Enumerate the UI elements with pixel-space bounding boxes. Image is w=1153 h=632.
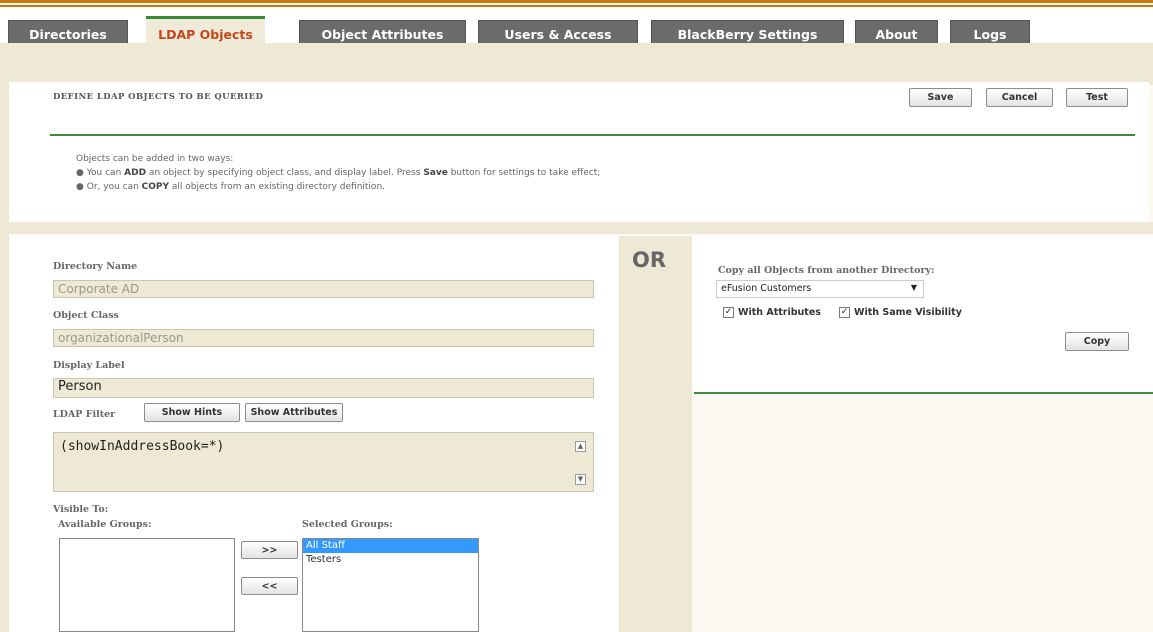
page-title: DEFINE LDAP OBJECTS TO BE QUERIED: [53, 92, 264, 102]
list-item[interactable]: Testers: [303, 553, 478, 567]
object-class-label: Object Class: [53, 310, 119, 321]
show-attributes-button[interactable]: Show Attributes: [245, 403, 343, 422]
left-edge: [0, 43, 9, 632]
remove-group-button[interactable]: <<: [241, 577, 298, 595]
object-class-field: organizationalPerson: [53, 329, 594, 347]
copy-title: Copy all Objects from another Directory:: [718, 265, 935, 276]
display-label-label: Display Label: [53, 360, 125, 371]
directory-name-label: Directory Name: [53, 261, 138, 272]
directory-select-value: eFusion Customers: [721, 283, 812, 294]
info-emphasis: ADD: [124, 168, 147, 178]
directory-name-field: Corporate AD: [53, 280, 594, 298]
top-stripe-secondary: [0, 5, 1153, 7]
cancel-button[interactable]: Cancel: [986, 88, 1053, 107]
bullet-icon: ●: [76, 182, 84, 192]
info-line-add: ● You can ADD an object by specifying ob…: [76, 166, 600, 180]
with-attributes-checkbox[interactable]: ✓: [723, 307, 734, 318]
add-group-button[interactable]: >>: [241, 541, 298, 559]
available-groups-list[interactable]: [59, 538, 235, 632]
info-text: Or, you can: [86, 182, 142, 192]
scroll-up-icon[interactable]: ▲: [575, 441, 586, 452]
copy-panel-lower: [692, 394, 1153, 632]
list-item[interactable]: All Staff: [303, 539, 478, 553]
or-label: OR: [632, 248, 667, 272]
info-emphasis: Save: [423, 168, 448, 178]
with-attributes-label: With Attributes: [738, 307, 821, 318]
selected-groups-label: Selected Groups:: [302, 519, 393, 530]
info-text: all objects from an existing directory d…: [169, 182, 386, 192]
available-groups-label: Available Groups:: [58, 519, 152, 530]
info-intro: Objects can be added in two ways:: [76, 154, 234, 164]
header-band: [0, 43, 1153, 85]
save-button[interactable]: Save: [909, 88, 972, 107]
copy-divider: [694, 392, 1153, 394]
copy-button[interactable]: Copy: [1065, 332, 1129, 351]
selected-groups-list[interactable]: All Staff Testers: [302, 538, 479, 632]
show-hints-button[interactable]: Show Hints: [144, 403, 240, 422]
directory-select[interactable]: eFusion Customers ▼: [716, 280, 924, 298]
info-text: button for settings to take effect;: [447, 168, 601, 178]
with-same-visibility-checkbox[interactable]: ✓: [839, 307, 850, 318]
header-divider: [50, 134, 1135, 136]
bullet-icon: ●: [76, 168, 84, 178]
tab-bar: Directories LDAP Objects Object Attribut…: [0, 8, 1153, 49]
test-button[interactable]: Test: [1066, 88, 1128, 107]
info-text: You can: [86, 168, 125, 178]
info-line-copy: ● Or, you can COPY all objects from an e…: [76, 180, 385, 194]
scroll-down-icon[interactable]: ▼: [575, 474, 586, 485]
top-stripe: [0, 0, 1153, 3]
ldap-filter-textarea[interactable]: (showInAddressBook=*): [53, 432, 594, 492]
visible-to-label: Visible To:: [53, 504, 109, 515]
info-text: an object by specifying object class, an…: [146, 168, 424, 178]
display-label-input[interactable]: Person: [53, 378, 594, 398]
chevron-down-icon: ▼: [910, 283, 917, 292]
section-gap: [0, 222, 1153, 234]
ldap-filter-label: LDAP Filter: [53, 409, 116, 420]
with-same-visibility-label: With Same Visibility: [854, 307, 962, 318]
info-emphasis: COPY: [141, 182, 170, 192]
or-divider-column: [619, 236, 692, 632]
